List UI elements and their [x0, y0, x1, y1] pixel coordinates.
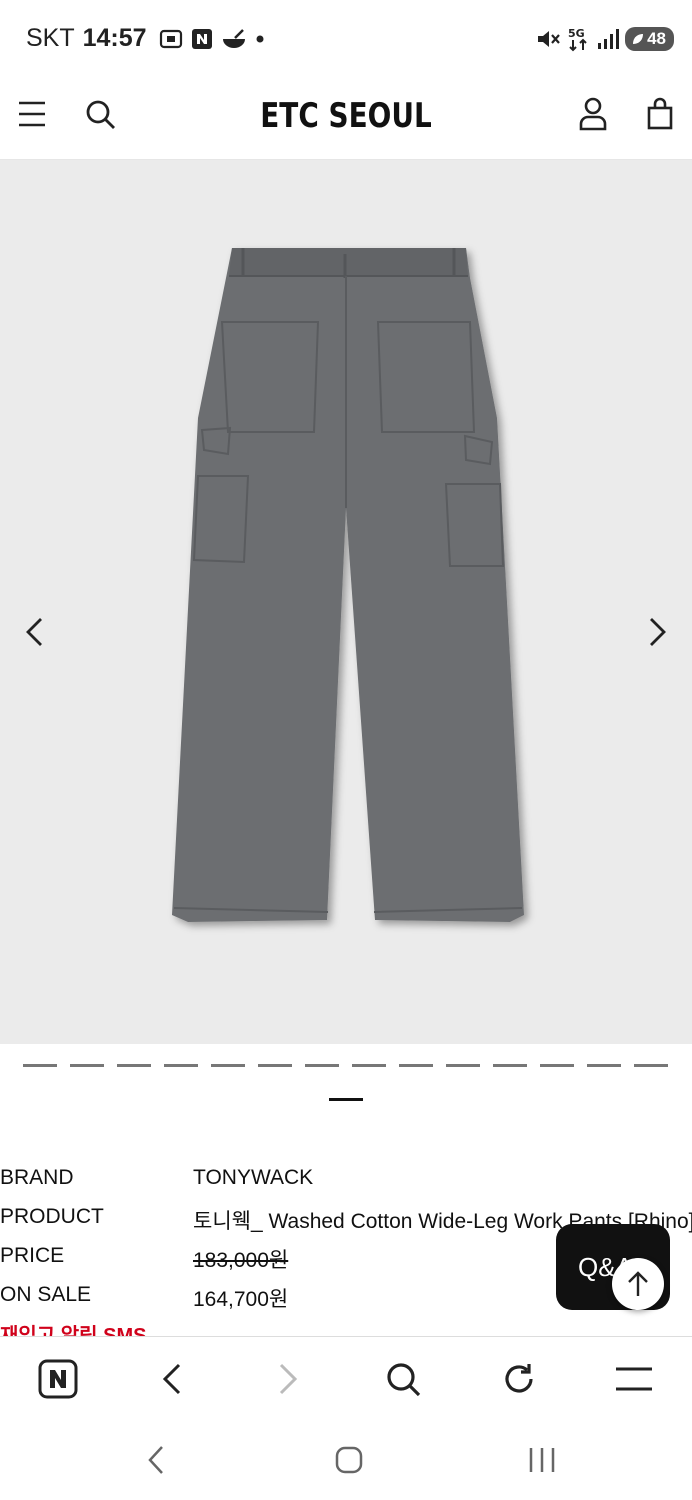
- battery-saver-icon: [633, 34, 644, 44]
- browser-forward-button[interactable]: [266, 1357, 310, 1401]
- browser-search-button[interactable]: [381, 1357, 425, 1401]
- cart-button[interactable]: [640, 94, 680, 134]
- pagination-dash[interactable]: [540, 1064, 574, 1067]
- browser-refresh-button[interactable]: [497, 1357, 541, 1401]
- pagination-dash[interactable]: [258, 1064, 292, 1067]
- status-left: SKT 14:57: [26, 24, 265, 53]
- system-back-icon: [148, 1446, 163, 1474]
- prev-image-button[interactable]: [14, 612, 54, 652]
- original-price: 183,000원: [193, 1249, 289, 1272]
- forward-arrow-icon: [279, 1363, 298, 1395]
- product-image-pants: [172, 248, 524, 922]
- naver-icon: [38, 1359, 78, 1399]
- next-image-button[interactable]: [638, 612, 678, 652]
- sale-label: ON SALE: [0, 1283, 92, 1306]
- clock: 14:57: [82, 24, 147, 52]
- more-dot-icon: [256, 35, 264, 42]
- browser-back-button[interactable]: [150, 1357, 194, 1401]
- pagination-dash[interactable]: [305, 1064, 339, 1067]
- pagination-active-indicator[interactable]: [329, 1098, 363, 1101]
- svg-text:5G: 5G: [568, 27, 585, 40]
- pagination-dash[interactable]: [23, 1064, 57, 1067]
- recent-apps-icon: [529, 1448, 555, 1472]
- home-icon: [335, 1446, 363, 1474]
- system-recents-button[interactable]: [520, 1438, 564, 1482]
- chevron-right-icon: [650, 618, 666, 646]
- naver-notification-icon: [191, 28, 212, 49]
- food-delivery-icon: [222, 28, 245, 48]
- pagination-dash[interactable]: [164, 1064, 198, 1067]
- product-image-gallery[interactable]: [0, 160, 692, 1044]
- price-label: PRICE: [0, 1244, 65, 1267]
- brand-value[interactable]: TONYWACK: [193, 1166, 313, 1190]
- status-bar: SKT 14:57 5G 48: [0, 0, 692, 78]
- system-back-button[interactable]: [134, 1438, 178, 1482]
- info-row-brand: BRAND TONYWACK: [0, 1162, 692, 1201]
- naver-home-button[interactable]: [36, 1357, 80, 1401]
- chevron-left-icon: [26, 618, 42, 646]
- pagination-dash[interactable]: [117, 1064, 151, 1067]
- pagination-dash[interactable]: [70, 1064, 104, 1067]
- browser-toolbar: [0, 1336, 692, 1420]
- gallery-pagination: [23, 1064, 668, 1067]
- search-icon: [387, 1363, 421, 1397]
- arrow-up-icon: [628, 1271, 648, 1296]
- notification-icons: [159, 28, 265, 50]
- product-label: PRODUCT: [0, 1205, 104, 1228]
- system-navigation-bar: [0, 1420, 692, 1500]
- browser-menu-button[interactable]: [612, 1357, 656, 1401]
- pagination-dash[interactable]: [493, 1064, 527, 1067]
- battery-level: 48: [647, 29, 666, 48]
- pagination-dash[interactable]: [399, 1064, 433, 1067]
- status-right: 5G 48: [535, 26, 674, 52]
- network-5g-icon: 5G: [568, 27, 587, 52]
- site-header: ETC SEOUL: [0, 78, 692, 160]
- battery-indicator: 48: [625, 27, 674, 51]
- brand-label: BRAND: [0, 1166, 74, 1189]
- pagination-dash[interactable]: [587, 1064, 621, 1067]
- sale-price: 164,700원: [193, 1288, 289, 1311]
- refresh-icon: [505, 1364, 533, 1393]
- pagination-dash[interactable]: [211, 1064, 245, 1067]
- shopping-bag-icon: [647, 97, 673, 130]
- scroll-to-top-button[interactable]: [612, 1258, 664, 1310]
- restock-alert-link[interactable]: 재입고 알림 SMS: [0, 1322, 146, 1336]
- hamburger-icon: [19, 101, 45, 127]
- pagination-dash[interactable]: [446, 1064, 480, 1067]
- account-button[interactable]: [573, 94, 613, 134]
- menu-button[interactable]: [12, 94, 52, 134]
- mute-icon: [538, 31, 560, 47]
- menu-icon: [616, 1367, 652, 1391]
- screenshot-icon: [159, 29, 182, 48]
- carrier-label: SKT: [26, 24, 75, 52]
- user-icon: [579, 97, 607, 131]
- signal-icon: [598, 29, 620, 49]
- pagination-dash[interactable]: [352, 1064, 386, 1067]
- system-home-button[interactable]: [327, 1438, 371, 1482]
- back-arrow-icon: [162, 1363, 181, 1395]
- site-logo[interactable]: ETC SEOUL: [62, 96, 629, 136]
- pagination-dash[interactable]: [634, 1064, 668, 1067]
